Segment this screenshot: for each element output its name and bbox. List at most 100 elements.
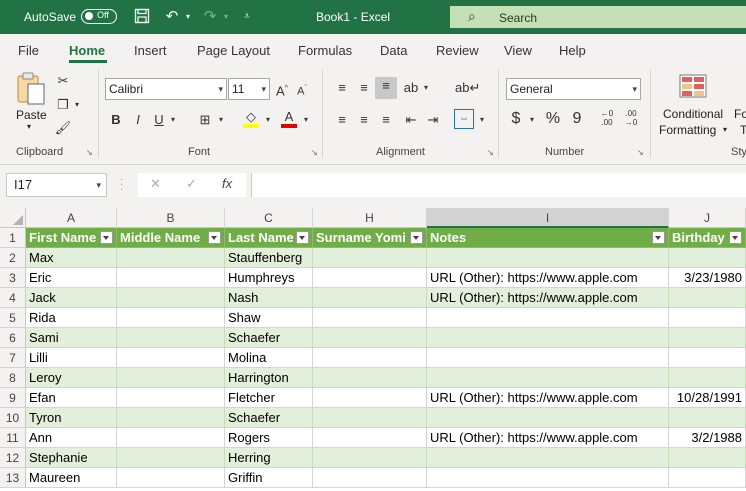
table-cell[interactable]: Fletcher: [225, 388, 313, 408]
font-name-select[interactable]: Calibri ▾: [105, 78, 227, 100]
tab-page-layout[interactable]: Page Layout: [197, 43, 270, 58]
column-header-j[interactable]: J: [669, 208, 746, 228]
table-cell[interactable]: [669, 328, 746, 348]
table-cell[interactable]: Schaefer: [225, 328, 313, 348]
table-cell[interactable]: URL (Other): https://www.apple.com: [427, 388, 669, 408]
bold-button[interactable]: B: [108, 111, 124, 129]
filter-dropdown-icon[interactable]: [100, 231, 113, 244]
table-cell[interactable]: Jack: [26, 288, 117, 308]
table-cell[interactable]: Tyron: [26, 408, 117, 428]
format-painter-icon[interactable]: 🖌: [54, 119, 72, 137]
table-cell[interactable]: [313, 368, 427, 388]
row-header[interactable]: 8: [0, 368, 26, 388]
font-launcher-icon[interactable]: ↘: [311, 148, 318, 157]
table-cell[interactable]: [313, 308, 427, 328]
table-cell[interactable]: 3/23/1980: [669, 268, 746, 288]
table-cell[interactable]: Efan: [26, 388, 117, 408]
font-color-dropdown-icon[interactable]: ▾: [301, 111, 311, 129]
row-header[interactable]: 6: [0, 328, 26, 348]
table-cell[interactable]: Herring: [225, 448, 313, 468]
filter-dropdown-icon[interactable]: [729, 231, 742, 244]
table-cell[interactable]: 10/28/1991: [669, 388, 746, 408]
search-box[interactable]: ⌕ Search: [450, 6, 746, 28]
table-cell[interactable]: [427, 248, 669, 268]
formula-input[interactable]: [251, 173, 746, 197]
table-cell[interactable]: [313, 288, 427, 308]
tab-file[interactable]: File: [18, 43, 39, 58]
row-header[interactable]: 3: [0, 268, 26, 288]
paste-button[interactable]: Paste ▾: [14, 72, 48, 132]
column-header-i[interactable]: I: [427, 208, 669, 228]
decrease-font-icon[interactable]: Aˇ: [294, 80, 310, 101]
borders-dropdown-icon[interactable]: ▾: [216, 111, 226, 129]
table-cell[interactable]: [117, 448, 225, 468]
table-header-cell[interactable]: First Name: [26, 228, 117, 248]
copy-dropdown-icon[interactable]: ▾: [72, 96, 82, 114]
table-cell[interactable]: [669, 408, 746, 428]
tab-view[interactable]: View: [504, 43, 532, 58]
table-cell[interactable]: Eric: [26, 268, 117, 288]
table-cell[interactable]: [117, 388, 225, 408]
align-center-icon[interactable]: ≡: [355, 111, 373, 129]
table-cell[interactable]: [117, 348, 225, 368]
table-cell[interactable]: [427, 468, 669, 488]
table-cell[interactable]: Maureen: [26, 468, 117, 488]
fill-color-icon[interactable]: ◇: [242, 108, 260, 128]
table-cell[interactable]: [669, 308, 746, 328]
table-cell[interactable]: [117, 468, 225, 488]
table-cell[interactable]: [669, 348, 746, 368]
tab-insert[interactable]: Insert: [134, 43, 167, 58]
align-top-icon[interactable]: ≡: [333, 79, 351, 97]
column-header-c[interactable]: C: [225, 208, 313, 228]
format-as-table-label-2[interactable]: T: [740, 123, 746, 137]
cut-icon[interactable]: ✂: [54, 72, 72, 90]
align-middle-icon[interactable]: ≡: [355, 79, 373, 97]
comma-style-icon[interactable]: 9: [570, 110, 584, 128]
table-cell[interactable]: [117, 308, 225, 328]
table-cell[interactable]: [427, 408, 669, 428]
redo-dropdown-icon[interactable]: ▾: [217, 8, 235, 26]
table-header-cell[interactable]: Notes: [427, 228, 669, 248]
table-cell[interactable]: Rogers: [225, 428, 313, 448]
table-cell[interactable]: [313, 468, 427, 488]
table-cell[interactable]: URL (Other): https://www.apple.com: [427, 268, 669, 288]
table-cell[interactable]: [117, 428, 225, 448]
table-cell[interactable]: URL (Other): https://www.apple.com: [427, 428, 669, 448]
table-header-cell[interactable]: Middle Name: [117, 228, 225, 248]
increase-decimal-icon[interactable]: ←0.00: [596, 109, 618, 127]
row-header[interactable]: 10: [0, 408, 26, 428]
clipboard-launcher-icon[interactable]: ↘: [86, 148, 93, 157]
merge-center-icon[interactable]: ⇔: [454, 109, 474, 129]
more-options-icon[interactable]: · · ·: [120, 175, 123, 195]
decrease-indent-icon[interactable]: ⇤: [402, 111, 420, 129]
currency-dropdown-icon[interactable]: ▾: [527, 111, 537, 129]
table-cell[interactable]: [117, 248, 225, 268]
table-cell[interactable]: Griffin: [225, 468, 313, 488]
tab-help[interactable]: Help: [559, 43, 586, 58]
save-icon[interactable]: [133, 8, 151, 26]
align-left-icon[interactable]: ≡: [333, 111, 351, 129]
table-cell[interactable]: [313, 428, 427, 448]
table-header-cell[interactable]: Last Name: [225, 228, 313, 248]
italic-button[interactable]: I: [130, 111, 146, 129]
borders-icon[interactable]: ⊞: [196, 111, 214, 129]
underline-button[interactable]: U: [152, 111, 166, 129]
table-cell[interactable]: [427, 308, 669, 328]
table-cell[interactable]: [117, 328, 225, 348]
customize-toolbar-icon[interactable]: ⩡: [238, 8, 256, 26]
column-header-a[interactable]: A: [26, 208, 117, 228]
percent-icon[interactable]: %: [544, 110, 562, 128]
table-cell[interactable]: Rida: [26, 308, 117, 328]
fill-color-dropdown-icon[interactable]: ▾: [263, 111, 273, 129]
underline-dropdown-icon[interactable]: ▾: [168, 111, 178, 129]
table-cell[interactable]: Stephanie: [26, 448, 117, 468]
filter-dropdown-icon[interactable]: [652, 231, 665, 244]
filter-dropdown-icon[interactable]: [208, 231, 221, 244]
column-header-b[interactable]: B: [117, 208, 225, 228]
tab-data[interactable]: Data: [380, 43, 407, 58]
table-header-cell[interactable]: Birthday: [669, 228, 746, 248]
worksheet-grid[interactable]: A B C H I J 1 First Name Middle Name Last Name Sur…: [0, 208, 746, 491]
tab-home[interactable]: Home: [69, 43, 105, 58]
table-cell[interactable]: [313, 328, 427, 348]
enter-icon[interactable]: ✓: [186, 176, 197, 192]
